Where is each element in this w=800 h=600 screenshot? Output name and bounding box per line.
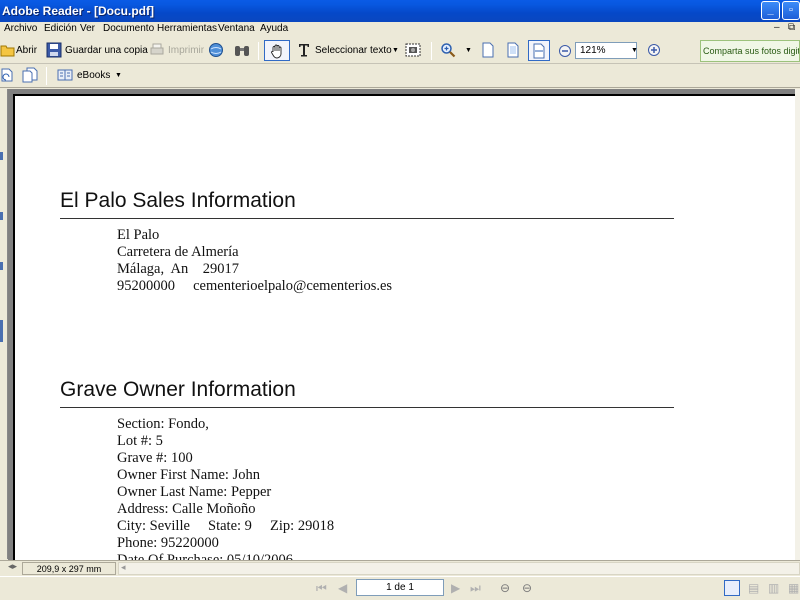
vertical-scrollbar[interactable]	[795, 89, 800, 562]
resize-left-arrow-icon[interactable]: ◂▸	[8, 561, 17, 572]
main-toolbar: Abrir Guardar una copia Imprimir Selecci…	[0, 38, 800, 64]
previous-view-icon[interactable]: ⊖	[500, 581, 510, 595]
photo-sharing-promo[interactable]: Comparta sus fotos digitales	[700, 40, 800, 62]
pages-tab[interactable]	[0, 320, 3, 342]
owner-line: Address: Calle Moñoño	[117, 501, 256, 517]
menu-ayuda[interactable]: Ayuda	[260, 23, 288, 34]
page-size-value: 209,9 x 297 mm	[36, 564, 102, 574]
select-text-dropdown-caret[interactable]: ▼	[392, 47, 399, 54]
menu-bar: Archivo Edición Ver Documento Herramient…	[0, 22, 800, 38]
globe-mail-icon[interactable]	[208, 42, 224, 58]
title-bar: Adobe Reader - [Docu.pdf] _ ▫	[0, 0, 800, 22]
bookmarks-tab[interactable]	[0, 152, 3, 160]
menu-edicion[interactable]: Edición	[44, 23, 77, 34]
owner-line: Phone: 95220000	[117, 535, 219, 551]
text-cursor-icon[interactable]	[296, 42, 312, 58]
owner-line: City: Seville State: 9 Zip: 29018	[117, 518, 335, 534]
section-heading-owner: Grave Owner Information	[60, 378, 296, 401]
next-page-icon[interactable]: ▶	[451, 581, 460, 595]
open-button[interactable]: Abrir	[16, 45, 37, 56]
owner-line: Lot #: 5	[117, 433, 163, 449]
heading-rule	[60, 218, 674, 219]
menu-ver[interactable]: Ver	[80, 23, 95, 34]
promo-text: Comparta sus fotos digitales	[703, 46, 800, 56]
pages-icon[interactable]	[22, 67, 38, 83]
fit-width-button[interactable]	[528, 40, 550, 61]
continuous-view-icon[interactable]: ▤	[748, 581, 759, 595]
fit-width-icon	[533, 43, 545, 59]
camera-icon[interactable]	[405, 42, 421, 58]
owner-line: Owner First Name: John	[117, 467, 260, 483]
page-size-display: 209,9 x 297 mm	[22, 562, 116, 575]
magnifier-icon[interactable]	[440, 42, 456, 58]
document-viewport[interactable]: El Palo Sales Information El Palo Carret…	[8, 89, 800, 562]
sales-line: Málaga, An 29017	[117, 261, 240, 277]
page-navigation-bar: ⏮ ◀ 1 de 1 ▶ ⏭ ⊖ ⊖ ▤ ▥ ▦	[0, 576, 800, 600]
last-page-icon[interactable]: ⏭	[470, 581, 481, 596]
folder-open-icon[interactable]	[0, 42, 16, 58]
first-page-icon[interactable]: ⏮	[316, 581, 327, 596]
rotate-page-icon[interactable]	[0, 67, 16, 83]
save-copy-button[interactable]: Guardar una copia	[65, 45, 148, 56]
owner-line: Section: Fondo,	[117, 416, 209, 432]
toolbar-separator	[46, 67, 47, 85]
binoculars-icon[interactable]	[234, 42, 250, 58]
previous-page-icon[interactable]: ◀	[338, 581, 347, 595]
menu-archivo[interactable]: Archivo	[4, 23, 37, 34]
pdf-page: El Palo Sales Information El Palo Carret…	[13, 94, 796, 562]
single-page-view-button[interactable]	[724, 580, 740, 596]
plus-circle-icon[interactable]	[646, 42, 662, 58]
hand-tool-button[interactable]	[264, 40, 290, 61]
menu-ventana[interactable]: Ventana	[218, 23, 255, 34]
navigation-pane-strip[interactable]	[0, 89, 8, 559]
toolbar-separator	[258, 42, 259, 60]
menu-documento[interactable]: Documento	[103, 23, 154, 34]
zoom-level-value: 121%	[580, 45, 606, 56]
horizontal-scrollbar[interactable]: ◂	[118, 562, 800, 575]
signatures-tab[interactable]	[0, 212, 3, 220]
sales-line: 95200000 cementerioelpalo@cementerios.es	[117, 278, 393, 294]
printer-icon	[150, 43, 164, 55]
zoom-tool-dropdown-caret[interactable]: ▼	[465, 47, 472, 54]
page-icon[interactable]	[480, 42, 496, 58]
doc-restore-button[interactable]: ⧉	[788, 22, 795, 33]
hand-tool-icon	[271, 44, 282, 59]
next-view-icon[interactable]: ⊖	[522, 581, 532, 595]
minimize-button[interactable]: _	[761, 1, 780, 20]
layers-tab[interactable]	[0, 262, 3, 270]
section-heading-sales: El Palo Sales Information	[60, 189, 296, 212]
minus-circle-icon[interactable]	[557, 43, 573, 59]
facing-view-icon[interactable]: ▥	[768, 581, 779, 595]
sales-line: Carretera de Almería	[117, 244, 239, 260]
owner-line: Owner Last Name: Pepper	[117, 484, 272, 500]
page-indicator: 1 de 1	[386, 582, 414, 593]
maximize-button[interactable]: ▫	[782, 1, 800, 20]
secondary-toolbar: eBooks ▼	[0, 64, 800, 88]
fit-page-icon[interactable]	[505, 42, 521, 58]
doc-minimize-button[interactable]: –	[774, 22, 780, 33]
status-bar: ◂▸ 209,9 x 297 mm ◂	[0, 560, 800, 576]
scroll-left-arrow-icon[interactable]: ◂	[121, 562, 126, 573]
owner-line: Grave #: 100	[117, 450, 193, 466]
print-button: Imprimir	[168, 45, 205, 56]
ebooks-icon[interactable]	[57, 67, 73, 83]
continuous-facing-view-icon[interactable]: ▦	[788, 581, 799, 595]
sales-line: El Palo	[117, 227, 160, 243]
window-title: Adobe Reader - [Docu.pdf]	[2, 4, 154, 18]
ebooks-button[interactable]: eBooks	[77, 70, 110, 81]
select-text-button[interactable]: Seleccionar texto	[315, 45, 392, 56]
heading-rule	[60, 407, 674, 408]
zoom-level-dropdown-caret[interactable]: ▼	[631, 47, 638, 54]
toolbar-separator	[431, 42, 432, 60]
zoom-level-input[interactable]: 121%	[575, 42, 637, 59]
floppy-disk-icon[interactable]	[46, 42, 62, 58]
menu-herramientas[interactable]: Herramientas	[157, 23, 217, 34]
ebooks-dropdown-caret[interactable]: ▼	[115, 72, 122, 79]
page-number-input[interactable]: 1 de 1	[356, 579, 444, 596]
